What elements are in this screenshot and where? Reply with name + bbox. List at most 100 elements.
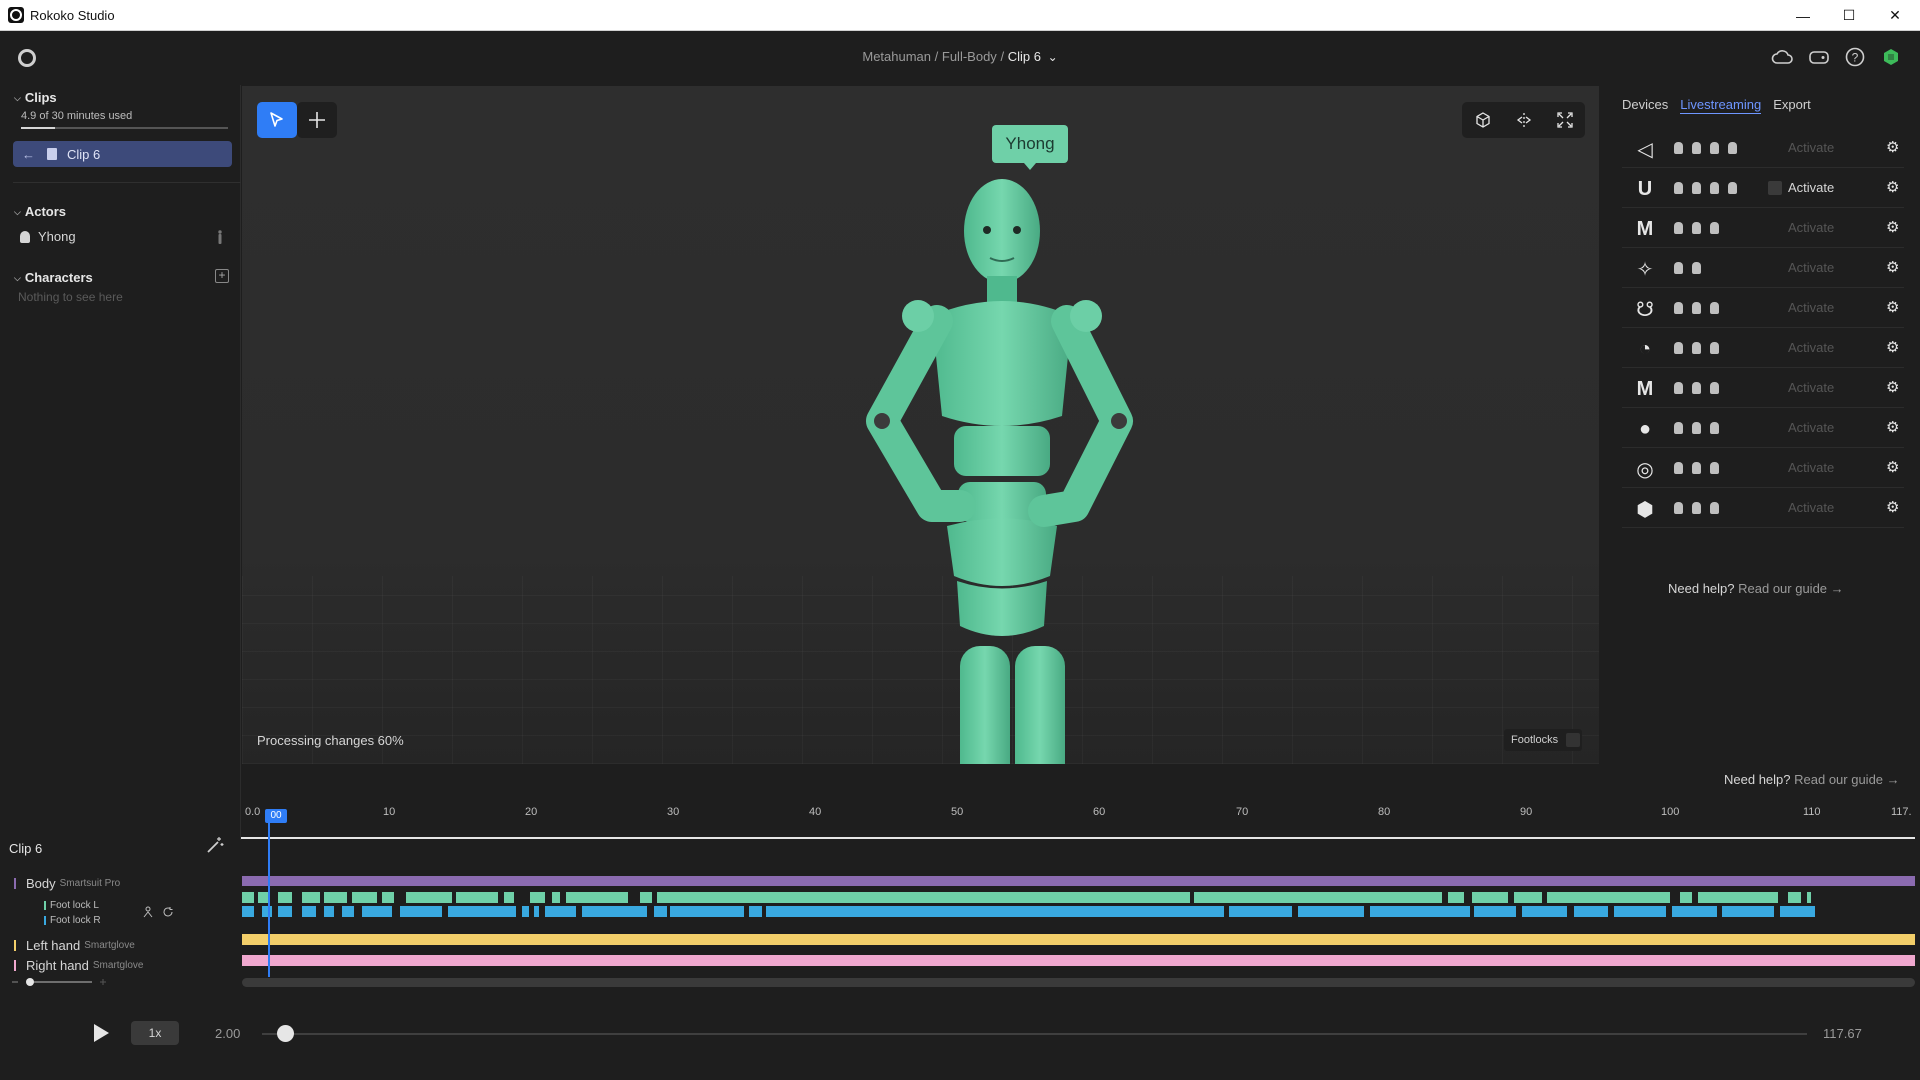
- mirror-icon[interactable]: [1503, 102, 1544, 138]
- clips-section-header[interactable]: ⌵ Clips: [14, 90, 57, 105]
- reset-icon[interactable]: [162, 906, 174, 918]
- foot-lock-segment[interactable]: [1194, 892, 1416, 903]
- foot-lock-segment[interactable]: [530, 892, 545, 903]
- footlocks-checkbox[interactable]: [1566, 733, 1581, 747]
- tab-devices[interactable]: Devices: [1622, 97, 1668, 114]
- foot-lock-segment[interactable]: [1614, 906, 1666, 917]
- gear-icon[interactable]: ⚙: [1886, 218, 1899, 236]
- foot-lock-segment[interactable]: [1672, 906, 1717, 917]
- foot-lock-segment[interactable]: [812, 906, 1224, 917]
- select-tool-button[interactable]: [257, 102, 297, 138]
- foot-lock-segment[interactable]: [1514, 892, 1542, 903]
- foot-lock-segment[interactable]: [302, 906, 316, 917]
- gear-icon[interactable]: ⚙: [1886, 338, 1899, 356]
- left-hand-track-lane[interactable]: [242, 934, 1915, 945]
- foot-lock-segment[interactable]: [1177, 892, 1190, 903]
- foot-lock-segment[interactable]: [448, 906, 516, 917]
- foot-lock-segment[interactable]: [406, 892, 452, 903]
- foot-lock-segment[interactable]: [766, 906, 812, 917]
- gear-icon[interactable]: ⚙: [1886, 258, 1899, 276]
- track-label-left-hand[interactable]: Left hand Smartglove: [14, 938, 135, 953]
- play-icon[interactable]: [94, 1024, 109, 1042]
- foot-lock-segment[interactable]: [1807, 892, 1811, 903]
- foot-lock-segment[interactable]: [504, 892, 514, 903]
- account-status-icon[interactable]: [1879, 45, 1903, 69]
- foot-lock-segment[interactable]: [1416, 892, 1442, 903]
- playhead-handle[interactable]: 00: [265, 809, 287, 823]
- track-label-right-hand[interactable]: Right hand Smartglove: [14, 958, 143, 973]
- foot-lock-segment[interactable]: [534, 906, 539, 917]
- foot-lock-r-lane[interactable]: [242, 906, 1915, 917]
- foot-lock-segment[interactable]: [324, 892, 347, 903]
- body-track-lane[interactable]: [242, 876, 1915, 886]
- track-label-foot-lock-r[interactable]: Foot lock R: [44, 915, 101, 926]
- foot-lock-segment[interactable]: [1032, 892, 1177, 903]
- foot-lock-segment[interactable]: [1370, 906, 1470, 917]
- foot-lock-segment[interactable]: [1448, 892, 1464, 903]
- foot-lock-segment[interactable]: [1229, 906, 1292, 917]
- activate-button[interactable]: Activate: [1788, 460, 1834, 475]
- clip-item-selected[interactable]: ← Clip 6: [13, 141, 232, 167]
- foot-lock-segment[interactable]: [582, 906, 647, 917]
- timeline-ruler[interactable]: 0.0 10 20 30 40 50 60 70 80 90 100 110 117.: [241, 806, 1915, 840]
- scrub-knob[interactable]: [277, 1025, 294, 1042]
- activate-button[interactable]: Activate: [1788, 340, 1834, 355]
- cloud-icon[interactable]: [1770, 45, 1794, 69]
- foot-lock-segment[interactable]: [362, 906, 392, 917]
- foot-lock-segment[interactable]: [382, 892, 394, 903]
- gear-icon[interactable]: ⚙: [1886, 418, 1899, 436]
- character-model[interactable]: [782, 176, 1222, 764]
- foot-lock-segment[interactable]: [1547, 892, 1670, 903]
- foot-lock-segment[interactable]: [1472, 892, 1508, 903]
- foot-lock-segment[interactable]: [1780, 906, 1815, 917]
- activate-button[interactable]: Activate: [1788, 380, 1834, 395]
- playback-speed-button[interactable]: 1x: [131, 1021, 179, 1045]
- foot-lock-segment[interactable]: [1298, 906, 1364, 917]
- gear-icon[interactable]: ⚙: [1886, 378, 1899, 396]
- activate-checkbox[interactable]: [1768, 181, 1782, 195]
- foot-lock-l-lane[interactable]: [242, 892, 1915, 903]
- activate-button[interactable]: Activate: [1788, 300, 1834, 315]
- magic-wand-icon[interactable]: [206, 836, 224, 854]
- foot-lock-segment[interactable]: [552, 892, 560, 903]
- 3d-viewport[interactable]: Yhong Processing changes 60% Footlocks: [242, 86, 1599, 764]
- actor-figure-icon[interactable]: [216, 230, 224, 244]
- foot-lock-segment[interactable]: [242, 906, 254, 917]
- foot-lock-segment[interactable]: [522, 906, 529, 917]
- scrub-track[interactable]: [262, 1033, 1807, 1035]
- foot-lock-segment[interactable]: [654, 906, 667, 917]
- timeline-zoom-slider[interactable]: [12, 976, 107, 988]
- foot-lock-segment[interactable]: [1788, 892, 1801, 903]
- actors-section-header[interactable]: ⌵ Actors: [14, 204, 66, 219]
- track-label-body[interactable]: Body Smartsuit Pro: [14, 876, 120, 891]
- tab-livestreaming[interactable]: Livestreaming: [1680, 97, 1762, 114]
- tab-export[interactable]: Export: [1773, 97, 1811, 114]
- gear-icon[interactable]: ⚙: [1886, 138, 1899, 156]
- foot-lock-segment[interactable]: [324, 906, 334, 917]
- move-tool-button[interactable]: [297, 102, 337, 138]
- read-guide-link[interactable]: Read our guide →: [1794, 772, 1900, 787]
- foot-lock-segment[interactable]: [400, 906, 442, 917]
- gear-icon[interactable]: ⚙: [1886, 178, 1899, 196]
- activate-button[interactable]: Activate: [1788, 420, 1834, 435]
- fullscreen-icon[interactable]: [1544, 102, 1585, 138]
- foot-lock-segment[interactable]: [545, 906, 576, 917]
- breadcrumb-project[interactable]: Metahuman: [862, 49, 931, 64]
- footlocks-toggle[interactable]: Footlocks: [1504, 729, 1582, 751]
- foot-lock-segment[interactable]: [242, 892, 254, 903]
- playhead-line[interactable]: [268, 822, 270, 977]
- vr-headset-icon[interactable]: [1807, 45, 1831, 69]
- footlock-person-icon[interactable]: [142, 906, 154, 918]
- foot-lock-segment[interactable]: [302, 892, 320, 903]
- foot-lock-segment[interactable]: [352, 892, 377, 903]
- maximize-button[interactable]: ☐: [1826, 0, 1872, 31]
- chevron-down-icon[interactable]: ⌄: [1048, 50, 1058, 64]
- foot-lock-segment[interactable]: [262, 906, 272, 917]
- characters-section-header[interactable]: ⌵ Characters: [14, 270, 93, 285]
- foot-lock-segment[interactable]: [1474, 906, 1516, 917]
- foot-lock-segment[interactable]: [1680, 892, 1692, 903]
- add-character-button[interactable]: +: [215, 269, 229, 283]
- foot-lock-segment[interactable]: [1722, 906, 1774, 917]
- foot-lock-segment[interactable]: [258, 892, 268, 903]
- gear-icon[interactable]: ⚙: [1886, 298, 1899, 316]
